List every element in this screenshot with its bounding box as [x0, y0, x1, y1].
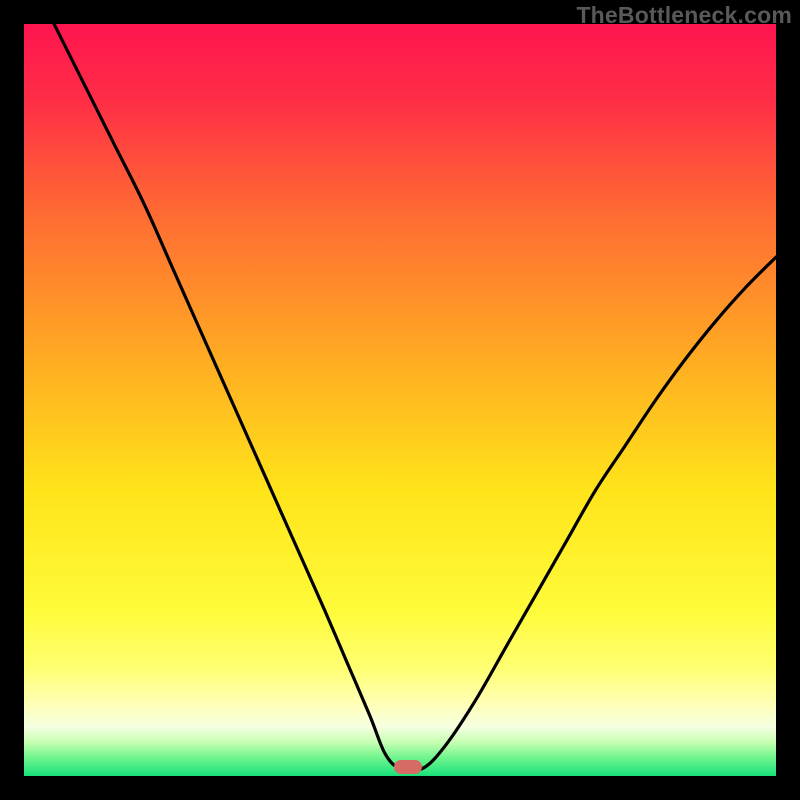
bottleneck-curve	[24, 24, 776, 776]
watermark-text: TheBottleneck.com	[576, 2, 792, 29]
optimal-marker	[394, 760, 422, 774]
plot-area	[24, 24, 776, 776]
chart-container: TheBottleneck.com	[0, 0, 800, 800]
